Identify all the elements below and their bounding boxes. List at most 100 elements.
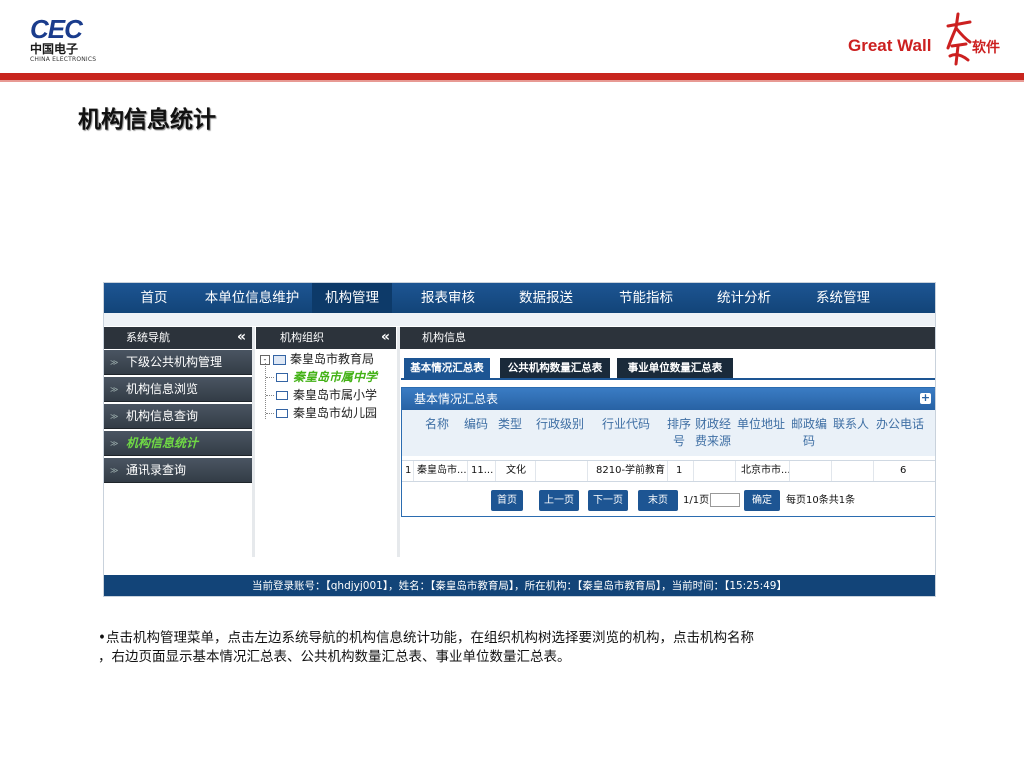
tree-node-label: 秦皇岛市属中学 [293, 370, 378, 384]
instruction-text: •点击机构管理菜单，点击左边系统导航的机构信息统计功能，在组织机构树选择要浏览的… [98, 629, 928, 667]
tree-collapse-icon[interactable]: « [381, 326, 390, 348]
status-text: 当前登录账号：【qhdjyj001】，姓名：【秦皇岛市教育局】，所在机构：【秦皇… [252, 580, 787, 592]
column-header-address[interactable]: 单位地址 [736, 416, 786, 433]
column-header-line: 码 [802, 434, 815, 448]
cell-contact [832, 461, 874, 481]
tree-node-middle-school[interactable]: 秦皇岛市属中学 [266, 369, 377, 385]
status-bar: 当前登录账号：【qhdjyj001】，姓名：【秦皇岛市教育局】，所在机构：【秦皇… [104, 575, 935, 596]
first-page-button[interactable]: 首页 [491, 490, 523, 511]
tree-header: 机构组织 « [256, 327, 396, 349]
column-header-line: 费来源 [694, 434, 731, 448]
tree-node-label: 秦皇岛市属小学 [293, 388, 378, 402]
sidebar-item-label: 下级公共机构管理 [126, 355, 223, 369]
collapse-toggle-icon[interactable]: - [260, 354, 270, 365]
column-header-line: 邮政编 [790, 417, 827, 431]
cell-phone: 6 [900, 465, 907, 476]
sidebar-item-label: 通讯录查询 [126, 463, 187, 477]
header-red-bar [0, 73, 1024, 80]
panel-title: 基本情况汇总表 [414, 392, 499, 406]
chevron-right-icon: ≫ [110, 385, 119, 394]
column-header-sort-order[interactable]: 排序 号 [666, 416, 692, 450]
menu-statistics[interactable]: 统计分析 [706, 283, 782, 313]
column-header-type[interactable]: 类型 [496, 416, 524, 433]
sidebar-item-label: 机构信息查询 [126, 409, 199, 423]
tree-node-root[interactable]: - 秦皇岛市教育局 [260, 351, 374, 367]
org-node-icon [276, 391, 288, 400]
sidebar-item-org-query[interactable]: ≫ 机构信息查询 [104, 404, 252, 429]
cec-logo-chinese: 中国电子 [30, 42, 79, 56]
cell-funding-source [694, 461, 736, 481]
tree-branch-line [266, 377, 274, 378]
tab-institution-count[interactable]: 事业单位数量汇总表 [617, 358, 733, 378]
row-index: 1 [402, 461, 414, 481]
menu-report-review[interactable]: 报表审核 [410, 283, 486, 313]
column-header-contact[interactable]: 联系人 [832, 416, 870, 433]
prev-page-button[interactable]: 上一页 [539, 490, 579, 511]
tab-basic-summary[interactable]: 基本情况汇总表 [404, 358, 490, 378]
column-header-line: 财政经 [694, 417, 731, 431]
cec-logo: CEC 中国电子 CHINA ELECTRONICS [30, 16, 100, 66]
cell-postal-code [790, 461, 832, 481]
sidebar-item-sub-org-management[interactable]: ≫ 下级公共机构管理 [104, 350, 252, 375]
cell-address: 北京市市... [736, 461, 790, 481]
app-window: 首页 本单位信息维护 机构管理 报表审核 数据报送 节能指标 统计分析 系统管理… [103, 282, 936, 597]
table-header: 名称 编码 类型 行政级别 行业代码 排序 号 财政经 费来源 单位地址 邮政编… [402, 410, 935, 456]
chevron-right-icon: ≫ [110, 358, 119, 367]
summary-panel: 基本情况汇总表 + 名称 编码 类型 行政级别 行业代码 排序 号 财政经 费来… [401, 387, 935, 517]
last-page-button[interactable]: 末页 [638, 490, 678, 511]
column-header-phone[interactable]: 办公电话 [872, 416, 928, 433]
cell-admin-level [536, 461, 588, 481]
menu-unit-info[interactable]: 本单位信息维护 [200, 283, 304, 313]
expand-plus-icon[interactable]: + [920, 392, 931, 404]
confirm-page-button[interactable]: 确定 [744, 490, 780, 511]
chevron-right-icon: ≫ [110, 412, 119, 421]
sidebar-splitter[interactable] [252, 327, 255, 557]
greatwall-logo: Great Wall 软件 [848, 12, 1018, 72]
org-node-icon [276, 373, 288, 382]
tree-node-label: 秦皇岛市幼儿园 [293, 406, 378, 420]
column-header-industry-code[interactable]: 行业代码 [600, 416, 652, 433]
menu-energy-index[interactable]: 节能指标 [608, 283, 684, 313]
cell-industry-code: 8210-学前教育 [588, 461, 668, 481]
cell-type: 文化 [496, 461, 536, 481]
instruction-line: •点击机构管理菜单，点击左边系统导航的机构信息统计功能，在组织机构树选择要浏览的… [98, 630, 754, 646]
menu-system[interactable]: 系统管理 [804, 283, 882, 313]
column-header-postal-code[interactable]: 邮政编 码 [789, 416, 829, 450]
column-header-line: 排序 [666, 417, 691, 431]
page-number-input[interactable] [710, 493, 740, 507]
org-node-icon [276, 409, 288, 418]
instruction-line: ，右边页面显示基本情况汇总表、公共机构数量汇总表、事业单位数量汇总表。 [98, 649, 571, 665]
next-page-button[interactable]: 下一页 [588, 490, 628, 511]
tab-public-org-count[interactable]: 公共机构数量汇总表 [500, 358, 610, 378]
tree-node-label: 秦皇岛市教育局 [290, 352, 375, 366]
tree-node-kindergarten[interactable]: 秦皇岛市幼儿园 [266, 405, 377, 421]
cell-name[interactable]: 秦皇岛市... [414, 461, 468, 481]
pager-summary: 每页10条共1条 [786, 495, 856, 506]
tab-underline [401, 378, 935, 380]
column-header-line: 号 [672, 434, 685, 448]
column-header-code[interactable]: 编码 [462, 416, 490, 433]
page-info: 1/1页 [683, 495, 710, 506]
cell-sort-order: 1 [668, 461, 694, 481]
sidebar-item-org-browse[interactable]: ≫ 机构信息浏览 [104, 377, 252, 402]
tree-title: 机构组织 [280, 331, 324, 344]
cell-code: 11... [468, 461, 496, 481]
sidebar-collapse-icon[interactable]: « [237, 326, 246, 348]
menu-home[interactable]: 首页 [126, 283, 182, 313]
sidebar-item-org-statistics[interactable]: ≫ 机构信息统计 [104, 431, 252, 456]
tree-splitter[interactable] [397, 327, 400, 557]
column-header-funding-source[interactable]: 财政经 费来源 [694, 416, 732, 450]
chevron-right-icon: ≫ [110, 466, 119, 475]
sidebar-header: 系统导航 « [104, 327, 252, 349]
sidebar-item-contacts[interactable]: ≫ 通讯录查询 [104, 458, 252, 483]
table-row[interactable]: 1 秦皇岛市... 11... 文化 8210-学前教育 1 北京市市... 6 [402, 460, 935, 482]
menu-org-management[interactable]: 机构管理 [312, 283, 392, 313]
menu-data-submit[interactable]: 数据报送 [508, 283, 584, 313]
cec-logo-english: CHINA ELECTRONICS [30, 56, 97, 63]
sidebar-item-label: 机构信息浏览 [126, 382, 199, 396]
column-header-name[interactable]: 名称 [422, 416, 452, 433]
info-header: 机构信息 [400, 327, 935, 349]
tree-node-primary-school[interactable]: 秦皇岛市属小学 [266, 387, 377, 403]
greatwall-calligraphy-mark [946, 12, 972, 66]
column-header-admin-level[interactable]: 行政级别 [534, 416, 586, 433]
